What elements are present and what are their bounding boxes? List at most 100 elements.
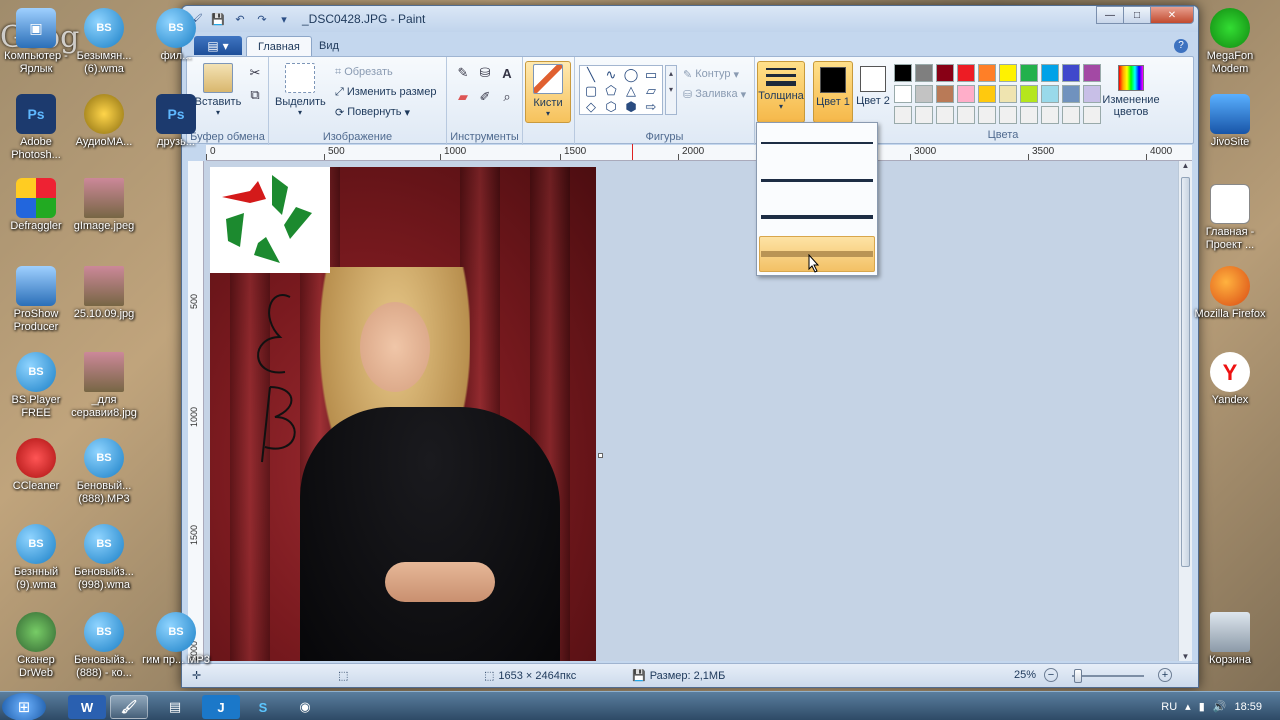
color1-button[interactable]: Цвет 1 [813, 61, 853, 123]
shape-item[interactable]: ⬡ [601, 99, 621, 115]
canvas-area[interactable] [204, 161, 1184, 661]
magnifier-icon[interactable]: ⌕ [497, 87, 517, 107]
cut-icon[interactable]: ✂ [245, 63, 265, 83]
customize-toolbar-icon[interactable]: ▾ [276, 11, 292, 27]
select-button[interactable]: Выделить ▾ [275, 61, 326, 123]
palette-swatch[interactable] [936, 106, 954, 124]
palette-swatch[interactable] [999, 64, 1017, 82]
size-option[interactable] [759, 199, 875, 235]
palette-swatch[interactable] [978, 106, 996, 124]
desktop-shortcut[interactable]: gImage.jpeg [68, 178, 140, 233]
palette-swatch[interactable] [999, 106, 1017, 124]
palette-swatch[interactable] [915, 106, 933, 124]
scroll-thumb[interactable] [1181, 177, 1190, 567]
maximize-button[interactable]: □ [1123, 6, 1151, 24]
palette-swatch[interactable] [1041, 85, 1059, 103]
palette-swatch[interactable] [915, 85, 933, 103]
outline-button[interactable]: ✎ Контур ▾ [683, 65, 739, 83]
palette-swatch[interactable] [957, 106, 975, 124]
palette-swatch[interactable] [915, 64, 933, 82]
shape-item[interactable]: ⬢ [621, 99, 641, 115]
palette-swatch[interactable] [894, 64, 912, 82]
palette-swatch[interactable] [1083, 64, 1101, 82]
save-icon[interactable]: 💾 [210, 11, 226, 27]
palette-swatch[interactable] [999, 85, 1017, 103]
palette-swatch[interactable] [978, 64, 996, 82]
shape-item[interactable]: ⇨ [641, 99, 661, 115]
palette-swatch[interactable] [957, 64, 975, 82]
palette-swatch[interactable] [1062, 85, 1080, 103]
taskbar-skype-icon[interactable]: S [244, 695, 282, 719]
taskbar-explorer-icon[interactable]: ▤ [156, 695, 194, 719]
desktop-shortcut[interactable]: BS Безымян... (6).wma [68, 8, 140, 76]
tab-home[interactable]: Главная [246, 36, 312, 56]
desktop-shortcut[interactable]: Сканер DrWeb [0, 612, 72, 680]
desktop-shortcut[interactable]: BS фил... [140, 8, 212, 63]
shape-item[interactable]: ▱ [641, 83, 661, 99]
desktop-shortcut[interactable]: MegaFon Modem [1194, 8, 1266, 76]
image-canvas[interactable] [210, 167, 596, 661]
vertical-scrollbar[interactable]: ▲ ▼ [1178, 161, 1192, 661]
zoom-out-button[interactable]: − [1044, 668, 1058, 682]
palette-swatch[interactable] [936, 64, 954, 82]
taskbar-chrome-icon[interactable]: ◉ [286, 695, 324, 719]
scroll-up-icon[interactable]: ▲ [1179, 161, 1192, 170]
taskbar-jivosite-icon[interactable]: J [202, 695, 240, 719]
desktop-shortcut[interactable]: АудиоМА... [68, 94, 140, 149]
shape-item[interactable]: △ [621, 83, 641, 99]
crop-button[interactable]: ⌗ Обрезать [335, 63, 393, 81]
palette-swatch[interactable] [1083, 106, 1101, 124]
resize-handle[interactable] [598, 453, 603, 458]
desktop-shortcut[interactable]: 25.10.09.jpg [68, 266, 140, 321]
desktop-shortcut[interactable]: Defraggler [0, 178, 72, 233]
scroll-down-icon[interactable]: ▼ [1179, 652, 1192, 661]
eraser-icon[interactable]: ▰ [453, 87, 473, 107]
size-button[interactable]: Толщина ▾ [757, 61, 805, 123]
redo-icon[interactable]: ↷ [254, 11, 270, 27]
desktop-shortcut[interactable]: ProShow Producer [0, 266, 72, 334]
palette-swatch[interactable] [1020, 64, 1038, 82]
language-indicator[interactable]: RU [1161, 701, 1177, 713]
resize-button[interactable]: ⤢ Изменить размер [335, 83, 436, 101]
desktop-shortcut[interactable]: BS Безнный (9).wma [0, 524, 72, 592]
zoom-slider-knob[interactable] [1074, 669, 1082, 683]
desktop-shortcut[interactable]: CCleaner [0, 438, 72, 493]
shapes-scroll[interactable]: ▴ ▾ [665, 65, 677, 115]
palette-swatch[interactable] [1041, 64, 1059, 82]
zoom-slider[interactable] [1072, 669, 1144, 683]
rotate-button[interactable]: ⟳ Повернуть ▾ [335, 103, 410, 121]
fill-button[interactable]: ⛁ Заливка ▾ [683, 85, 746, 103]
desktop-shortcut[interactable]: Корзина [1194, 612, 1266, 667]
desktop-shortcut[interactable]: JivoSite [1194, 94, 1266, 149]
text-icon[interactable]: A [497, 63, 517, 83]
size-option[interactable] [759, 125, 875, 161]
desktop-shortcut[interactable]: Y Yandex [1194, 352, 1266, 407]
edit-colors-button[interactable]: Изменение цветов [1101, 61, 1161, 123]
copy-icon[interactable]: ⧉ [245, 85, 265, 105]
desktop-shortcut[interactable]: BS гим пр... MP3 [140, 612, 212, 667]
help-icon[interactable]: ? [1174, 39, 1188, 53]
tab-view[interactable]: Вид [308, 36, 350, 56]
desktop-shortcut[interactable]: BS BS.Player FREE [0, 352, 72, 420]
color-picker-icon[interactable]: ✐ [475, 87, 495, 107]
shapes-gallery[interactable]: ╲ ∿ ◯ ▭ ▢ ⬠ △ ▱ ◇ ⬡ ⬢ ⇨ [579, 65, 663, 115]
minimize-button[interactable]: — [1096, 6, 1124, 24]
shape-item[interactable]: ▭ [641, 67, 661, 83]
brushes-button[interactable]: Кисти ▾ [525, 61, 571, 123]
network-icon[interactable]: ▮ [1199, 700, 1205, 713]
pencil-icon[interactable]: ✎ [453, 63, 473, 83]
title-bar[interactable]: 🖌 💾 ↶ ↷ ▾ _DSC0428.JPG - Paint — □ ✕ [182, 6, 1198, 32]
close-button[interactable]: ✕ [1150, 6, 1194, 24]
palette-swatch[interactable] [894, 85, 912, 103]
zoom-in-button[interactable]: + [1158, 668, 1172, 682]
palette-swatch[interactable] [1020, 106, 1038, 124]
palette-swatch[interactable] [936, 85, 954, 103]
palette-swatch[interactable] [978, 85, 996, 103]
clock[interactable]: 18:59 [1234, 701, 1262, 713]
desktop-shortcut[interactable]: ▣ Компьютер - Ярлык [0, 8, 72, 76]
size-option[interactable] [759, 162, 875, 198]
palette-swatch[interactable] [1062, 64, 1080, 82]
shape-item[interactable]: ⬠ [601, 83, 621, 99]
start-button[interactable]: ⊞ [2, 693, 46, 720]
volume-icon[interactable]: 🔊 [1213, 700, 1227, 713]
